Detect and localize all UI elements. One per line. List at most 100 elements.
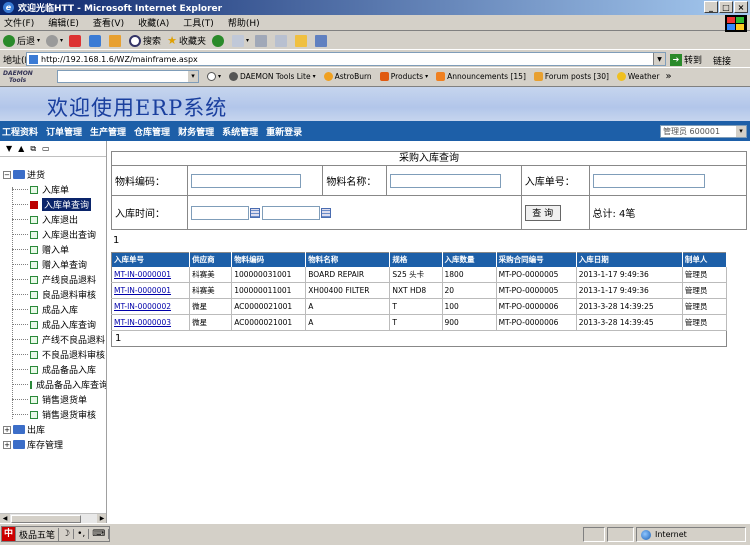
sidebar-item[interactable]: 赠入单查询 xyxy=(0,257,106,272)
menu-help[interactable]: 帮助(H) xyxy=(228,16,260,29)
nav-warehouse[interactable]: 仓库管理 xyxy=(134,125,170,138)
search-submit-button[interactable]: 查 询 xyxy=(524,204,561,221)
ime-moon-icon[interactable]: ☽ xyxy=(59,529,75,539)
sidebar-item[interactable]: 不良品退料审核 xyxy=(0,347,106,362)
refresh-button[interactable] xyxy=(89,34,103,47)
history-button[interactable] xyxy=(211,34,226,47)
sidebar-item[interactable]: 入库单 xyxy=(0,182,106,197)
inbound-no-link[interactable]: MT-IN-0000002 xyxy=(114,302,171,311)
forward-button[interactable]: ▾ xyxy=(46,34,63,47)
col-creator[interactable]: 制单人 xyxy=(682,252,728,267)
page-leaf-icon xyxy=(30,350,38,359)
inbound-no-link[interactable]: MT-IN-0000001 xyxy=(114,270,171,279)
nav-relogin[interactable]: 重新登录 xyxy=(266,125,302,138)
sidebar-item[interactable]: 成品备品入库 xyxy=(0,362,106,377)
ime-punct-icon[interactable]: •, xyxy=(74,529,90,539)
sidebar-item[interactable]: 成品备品入库查询 xyxy=(0,377,106,392)
tree-node-outbound[interactable]: + 出库 xyxy=(0,422,106,437)
daemon-tools-lite-item[interactable]: DAEMON Tools Lite ▾ xyxy=(229,72,316,81)
start-date-input[interactable] xyxy=(190,205,249,220)
ime-toolbar[interactable]: 中 极品五笔 ☽ •, ⌨ xyxy=(1,526,111,542)
sidebar-item[interactable]: 成品入库 xyxy=(0,302,106,317)
inbound-no-link[interactable]: MT-IN-0000001 xyxy=(114,286,171,295)
calendar-icon[interactable] xyxy=(249,207,260,218)
sidebar-item[interactable]: 产线不良品退料 xyxy=(0,332,106,347)
menu-view[interactable]: 查看(V) xyxy=(93,16,124,29)
announcements-item[interactable]: Announcements [15] xyxy=(436,72,526,81)
daemon-search-input[interactable] xyxy=(57,70,199,83)
menu-file[interactable]: 文件(F) xyxy=(4,16,34,29)
material-code-input[interactable] xyxy=(190,173,301,188)
stop-button[interactable] xyxy=(69,34,83,47)
links-button[interactable]: 链接 xyxy=(713,54,731,67)
col-date[interactable]: 入库日期 xyxy=(576,252,683,267)
col-qty[interactable]: 入库数量 xyxy=(442,252,497,267)
edit-button[interactable] xyxy=(274,34,289,47)
forum-posts-item[interactable]: Forum posts [30] xyxy=(533,72,609,81)
favorites-button[interactable]: ★ 收藏夹 xyxy=(167,34,206,47)
nav-finance[interactable]: 财务管理 xyxy=(178,125,214,138)
calendar-icon[interactable] xyxy=(320,207,331,218)
messenger-button[interactable] xyxy=(314,34,329,47)
close-button[interactable]: × xyxy=(734,1,748,13)
menu-tools[interactable]: 工具(T) xyxy=(183,16,214,29)
ime-keyboard-icon[interactable]: ⌨ xyxy=(89,529,110,539)
sidebar-item[interactable]: 良品退料审核 xyxy=(0,287,106,302)
col-contract-no[interactable]: 采购合同编号 xyxy=(496,252,577,267)
folder-button[interactable] xyxy=(294,34,309,47)
expand-all-icon[interactable]: ▲ xyxy=(18,144,24,153)
print-button[interactable] xyxy=(254,34,269,47)
address-input[interactable]: http://192.168.1.6/WZ/mainframe.aspx ▼ xyxy=(26,52,666,66)
search-button[interactable]: 搜索 xyxy=(129,34,161,47)
sidebar-item[interactable]: 赠入单 xyxy=(0,242,106,257)
nav-engineering[interactable]: 工程资料 xyxy=(2,125,38,138)
minimize-button[interactable]: _ xyxy=(704,1,718,13)
collapse-all-icon[interactable]: ▼ xyxy=(6,144,12,153)
pager-bottom[interactable]: 1 xyxy=(111,331,727,347)
col-material-code[interactable]: 物料编码 xyxy=(231,252,307,267)
mail-button[interactable]: ▾ xyxy=(231,34,249,47)
go-button[interactable]: ➔ 转到 xyxy=(670,53,702,66)
address-dropdown-icon[interactable]: ▼ xyxy=(653,53,665,65)
col-inbound-no[interactable]: 入库单号 xyxy=(111,252,191,267)
user-select[interactable]: 管理员 600001 xyxy=(660,125,747,138)
sidebar-item[interactable]: 销售退货单 xyxy=(0,392,106,407)
sidebar-item[interactable]: 成品入库查询 xyxy=(0,317,106,332)
astroburn-item[interactable]: AstroBurn xyxy=(323,72,372,81)
menu-favorites[interactable]: 收藏(A) xyxy=(138,16,169,29)
tree-node-inventory[interactable]: + 库存管理 xyxy=(0,437,106,452)
sidebar-item[interactable]: 入库退出 xyxy=(0,212,106,227)
expand-icon[interactable]: + xyxy=(3,425,11,434)
inbound-no-link[interactable]: MT-IN-0000003 xyxy=(114,318,171,327)
col-spec[interactable]: 规格 xyxy=(389,252,443,267)
sidebar-item[interactable]: 产线良品退料 xyxy=(0,272,106,287)
nav-system[interactable]: 系统管理 xyxy=(222,125,258,138)
toolbar-overflow-icon[interactable]: » xyxy=(666,71,672,82)
daemon-search-icon[interactable]: ▾ xyxy=(207,72,221,81)
nav-production[interactable]: 生产管理 xyxy=(90,125,126,138)
products-item[interactable]: Products ▾ xyxy=(379,72,428,81)
tree-sync-icon[interactable]: ⧉ xyxy=(30,144,36,154)
ime-chinese-indicator[interactable]: 中 xyxy=(2,527,17,541)
pager-top[interactable]: 1 xyxy=(113,235,747,249)
inbound-no-input[interactable] xyxy=(592,173,705,188)
collapse-icon[interactable]: − xyxy=(3,170,11,179)
material-name-input[interactable] xyxy=(390,173,502,188)
home-button[interactable] xyxy=(109,34,123,47)
expand-icon[interactable]: + xyxy=(3,440,11,449)
col-material-name[interactable]: 物料名称 xyxy=(305,252,391,267)
sidebar-item-selected[interactable]: 入库单查询 xyxy=(0,197,106,212)
back-button[interactable]: 后退 ▾ xyxy=(3,34,40,47)
col-supplier[interactable]: 供应商 xyxy=(189,252,233,267)
tree-node-inbound[interactable]: − 进货 xyxy=(0,167,106,182)
end-date-input[interactable] xyxy=(261,205,320,220)
nav-orders[interactable]: 订单管理 xyxy=(46,125,82,138)
menu-edit[interactable]: 编辑(E) xyxy=(48,16,79,29)
sidebar-item[interactable]: 销售退货审核 xyxy=(0,407,106,422)
weather-item[interactable]: Weather xyxy=(616,72,660,81)
sidebar-item[interactable]: 入库退出查询 xyxy=(0,227,106,242)
ime-wubi-label[interactable]: 极品五笔 xyxy=(16,527,60,541)
scroll-thumb[interactable] xyxy=(11,515,81,523)
tree-print-icon[interactable]: ▭ xyxy=(42,144,50,153)
maximize-button[interactable]: □ xyxy=(719,1,733,13)
